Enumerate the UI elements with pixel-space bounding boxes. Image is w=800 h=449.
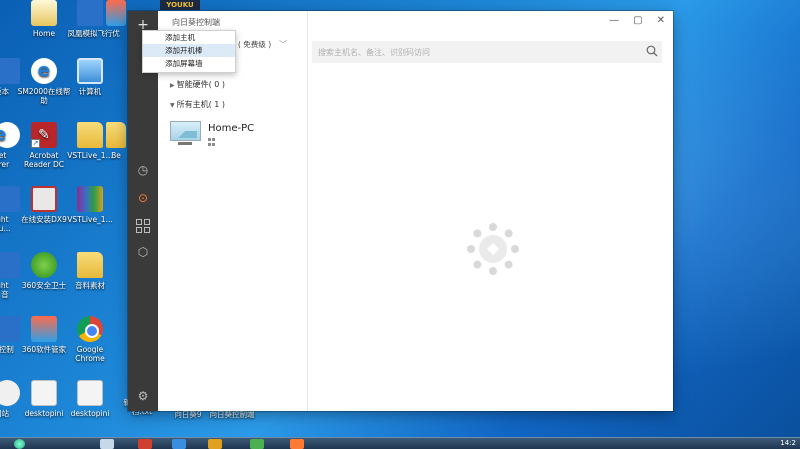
group-all-hosts[interactable]: ▼ 所有主机( 1 ): [170, 99, 225, 110]
app-title: 向日葵控制端: [172, 18, 220, 27]
desktop-icon-cut-6[interactable]: 回站: [0, 380, 20, 418]
shield-icon: [31, 252, 57, 278]
computer-icon: [77, 58, 103, 84]
group-smart-hardware[interactable]: ▶ 智能硬件( 0 ): [170, 79, 225, 90]
desktop-icon-chrome[interactable]: Google Chrome: [62, 316, 118, 363]
desktop-icon-cut-1[interactable]: 版本: [0, 58, 20, 96]
window-controls: — ▢ ✕: [609, 15, 665, 26]
host-item-home-pc[interactable]: Home-PC: [168, 119, 298, 153]
home-icon: [31, 0, 57, 26]
desktop-icon-vstlive-2[interactable]: VSTLive_1...: [62, 186, 118, 224]
chevron-down-icon: ﹀: [279, 40, 288, 49]
folder-icon: [77, 122, 103, 148]
desktop-icon-cut-2[interactable]: enet orer: [0, 122, 20, 169]
taskbar-app-5[interactable]: [250, 439, 264, 449]
settings-gear-icon[interactable]: ⚙: [136, 389, 150, 403]
desktop-icon-computer[interactable]: 计算机: [62, 58, 118, 96]
triangle-down-icon: ▼: [170, 102, 175, 109]
installer-icon: [31, 186, 57, 212]
winrar-icon: [77, 186, 103, 212]
windows-logo-icon: [208, 138, 216, 146]
ie-icon: e: [31, 58, 57, 84]
desktop-icon-materials[interactable]: 音料素材: [62, 252, 118, 290]
taskbar-app-4[interactable]: [208, 439, 222, 449]
shortcut-arrow-icon: ↗: [31, 139, 40, 148]
taskbar: 14:2: [0, 437, 800, 449]
file-icon: [77, 380, 103, 406]
search-box: [312, 41, 662, 63]
menu-item-add-screen-wall[interactable]: 添加屏幕墙: [143, 57, 235, 70]
youku-strip: YOUKU: [160, 0, 200, 10]
software-manager-icon: [31, 316, 57, 342]
main-panel: — ▢ ✕: [308, 11, 673, 411]
pdf-icon: ✎ ↗: [31, 122, 57, 148]
edition-label[interactable]: ( 免费级 ) ﹀: [238, 39, 287, 50]
folder-icon: [77, 252, 103, 278]
cube-icon[interactable]: ⬡: [136, 245, 150, 259]
monitor-icon: [170, 121, 201, 141]
host-name: Home-PC: [208, 123, 255, 134]
menu-item-add-boot-stick[interactable]: 添加开机棒: [143, 44, 235, 57]
triangle-right-icon: ▶: [170, 82, 175, 89]
add-menu: 添加主机 添加开机棒 添加屏幕墙: [142, 30, 236, 73]
chrome-icon: [77, 316, 103, 342]
desktop-icon-cut-5[interactable]: 0控制: [0, 316, 20, 354]
desktop-icon-desktopini-2[interactable]: desktopini: [62, 380, 118, 418]
folder-icon: [106, 122, 126, 148]
remote-control-icon[interactable]: ⊙: [136, 191, 150, 205]
desktop-icon-be[interactable]: Be: [104, 122, 128, 160]
desktop-icon-sunflower-control[interactable]: 向日葵控制端: [204, 410, 260, 419]
search-input[interactable]: [312, 41, 642, 63]
app-icon: [106, 0, 126, 26]
close-icon[interactable]: ✕: [657, 15, 665, 26]
taskbar-app-2[interactable]: [138, 439, 152, 449]
history-icon[interactable]: ◷: [136, 163, 150, 177]
desktop-icon-you[interactable]: 优: [104, 0, 128, 38]
search-icon[interactable]: [646, 45, 658, 57]
desktop-icon-cut-4[interactable]: ight 7 音: [0, 252, 20, 299]
start-button[interactable]: [14, 439, 25, 449]
menu-item-add-host[interactable]: 添加主机: [143, 31, 235, 44]
apps-grid-icon[interactable]: [136, 219, 150, 233]
plane-icon: [77, 0, 103, 26]
monitor-stand: [178, 142, 192, 145]
taskbar-sunflower[interactable]: [290, 439, 304, 449]
taskbar-app-1[interactable]: [100, 439, 114, 449]
file-icon: [31, 380, 57, 406]
maximize-icon[interactable]: ▢: [633, 15, 642, 26]
desktop-icon-cut-3[interactable]: ight au...: [0, 186, 20, 233]
loading-spinner-icon: [467, 223, 519, 275]
minimize-icon[interactable]: —: [609, 15, 619, 26]
taskbar-app-3[interactable]: [172, 439, 186, 449]
taskbar-clock: 14:2: [780, 439, 796, 447]
